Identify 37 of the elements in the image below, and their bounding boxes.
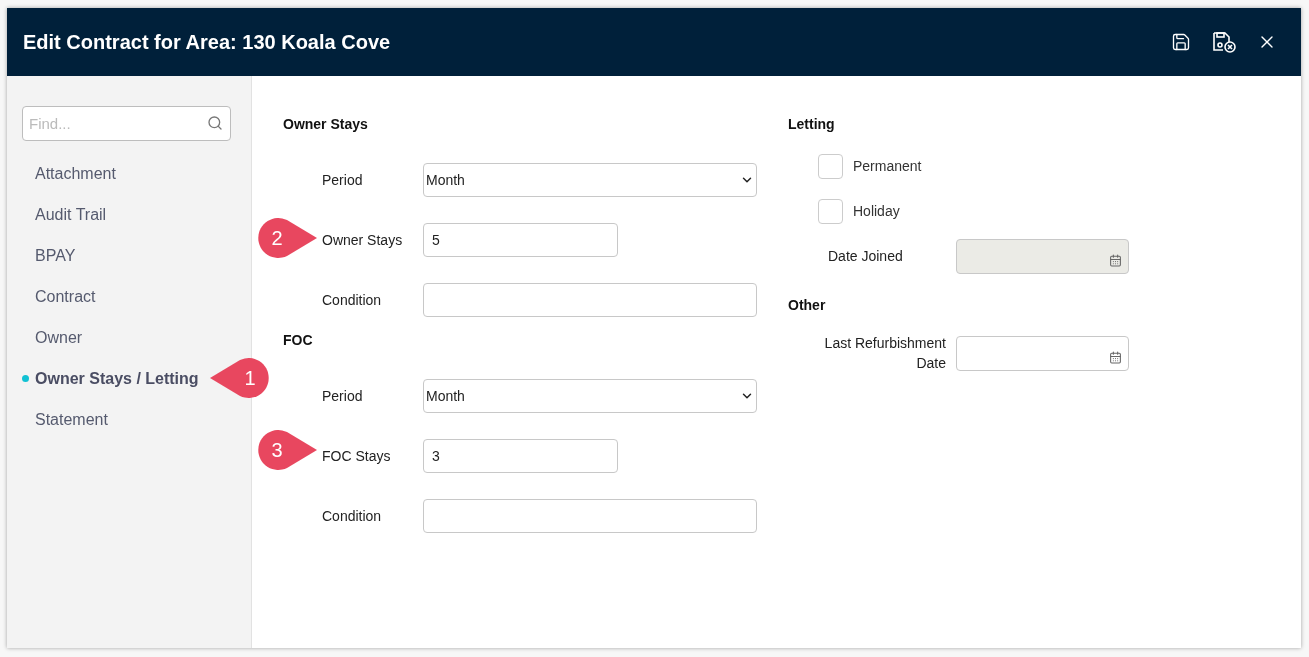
field-label: Date Joined <box>827 247 904 266</box>
search-field[interactable]: Find... <box>22 106 231 141</box>
window-title: Edit Contract for Area: 130 Koala Cove <box>23 30 391 55</box>
calendar-icon <box>1109 254 1122 267</box>
sidebar-item[interactable]: Owner <box>35 325 83 350</box>
checkbox[interactable] <box>818 199 843 224</box>
field-label: Last Refurbishment Date <box>823 334 947 373</box>
save-icon[interactable] <box>1171 32 1191 52</box>
sidebar-item[interactable]: Attachment <box>35 161 116 186</box>
section-heading: FOC <box>283 331 313 350</box>
field-label: Period <box>321 386 364 406</box>
field-label: FOC Stays <box>321 446 392 466</box>
sidebar-item[interactable]: Owner Stays / Letting <box>35 366 199 391</box>
search-icon <box>207 115 223 131</box>
sidebar-item[interactable]: Contract <box>35 284 96 309</box>
sidebar-item[interactable]: Audit Trail <box>35 202 107 227</box>
section-heading: Owner Stays <box>283 115 368 134</box>
sidebar-item[interactable]: BPAY <box>35 243 76 268</box>
field-label: Condition <box>321 290 383 310</box>
input-field[interactable]: 5 <box>423 223 618 257</box>
section-heading: Letting <box>788 115 835 134</box>
calendar-icon <box>1109 350 1122 364</box>
input-field[interactable] <box>423 499 757 533</box>
input-field[interactable]: 3 <box>423 439 618 473</box>
field-label: Period <box>321 170 364 190</box>
checkbox-label: Permanent <box>853 157 922 176</box>
sidebar-item[interactable]: Statement <box>35 407 108 432</box>
checkbox-label: Holiday <box>853 202 900 221</box>
period-select[interactable]: Month <box>423 379 757 413</box>
field-label: Owner Stays <box>321 230 404 250</box>
checkbox[interactable] <box>818 154 843 179</box>
field-label: Condition <box>321 506 383 526</box>
input-field[interactable] <box>423 283 757 317</box>
section-heading: Other <box>788 296 826 315</box>
period-select[interactable]: Month <box>423 163 757 197</box>
date-field[interactable] <box>956 335 1129 371</box>
save-close-icon[interactable] <box>1211 31 1237 53</box>
